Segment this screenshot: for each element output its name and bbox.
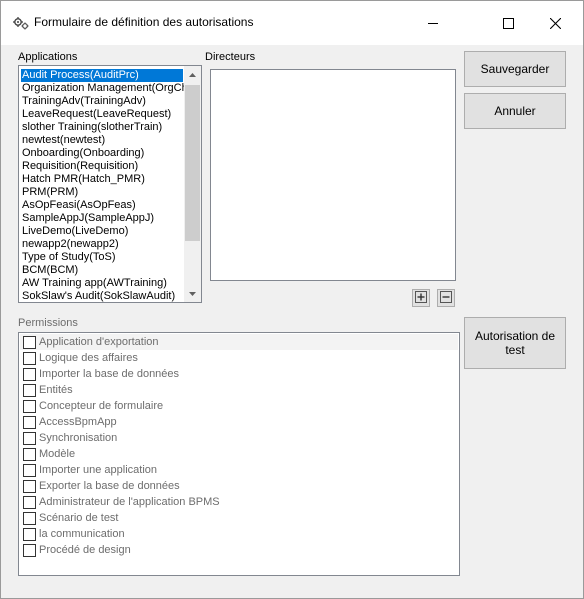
permission-checkbox[interactable] [23,352,36,365]
cancel-button[interactable]: Annuler [464,93,566,129]
permission-checkbox[interactable] [23,400,36,413]
permission-item[interactable]: Entités [20,382,458,398]
permission-label: Logique des affaires [39,352,138,364]
permission-checkbox[interactable] [23,496,36,509]
permission-label: Exporter la base de données [39,480,180,492]
applications-listbox[interactable]: SokSlaw's Audit(SokSlawAudit) AW Training… [18,65,202,303]
window-title: Formulaire de définition des autorisatio… [34,15,254,29]
application-list-item[interactable]: Type of Study(ToS) [21,251,116,264]
scroll-down-arrow-icon[interactable] [184,285,201,302]
permission-label: Application d'exportation [39,336,159,348]
remove-director-button[interactable] [437,289,455,307]
permission-label: AccessBpmApp [39,416,117,428]
permission-label: Administrateur de l'application BPMS [39,496,220,508]
plus-box-icon [415,290,427,306]
minimize-icon [428,18,438,28]
permission-item[interactable]: Exporter la base de données [20,478,458,494]
permission-label: Entités [39,384,73,396]
add-director-button[interactable] [412,289,430,307]
directors-listbox[interactable] [210,69,456,281]
close-button[interactable] [532,8,578,38]
permissions-dialog: Formulaire de définition des autorisatio… [0,0,584,599]
application-list-item[interactable]: SampleAppJ(SampleAppJ) [21,212,154,225]
applications-scrollbar[interactable] [184,66,201,302]
minus-box-icon [440,290,452,306]
permission-item[interactable]: la communication [20,526,458,542]
applications-label: Applications [18,51,78,63]
permission-label: Procédé de design [39,544,131,556]
permission-checkbox[interactable] [23,544,36,557]
permission-label: la communication [39,528,125,540]
application-list-item[interactable]: Audit Process(AuditPrc) [21,69,183,82]
permission-item[interactable]: Synchronisation [20,430,458,446]
application-list-item[interactable]: LiveDemo(LiveDemo) [21,225,128,238]
maximize-icon [502,17,514,29]
application-list-item[interactable]: newapp2(newapp2) [21,238,119,251]
permission-item[interactable]: AccessBpmApp [20,414,458,430]
permission-checkbox[interactable] [23,416,36,429]
permission-item[interactable]: Importer la base de données [20,366,458,382]
save-button[interactable]: Sauvegarder [464,51,566,87]
title-bar[interactable]: Formulaire de définition des autorisatio… [1,1,583,45]
application-list-item[interactable]: newtest(newtest) [21,134,105,147]
application-list-item[interactable]: PRM(PRM) [21,186,78,199]
minimize-button[interactable] [410,8,456,38]
permission-label: Concepteur de formulaire [39,400,164,412]
test-permission-button[interactable]: Autorisation de test [464,317,566,369]
application-list-item[interactable]: SokSlaw's Audit(SokSlawAudit) [21,290,175,302]
application-list-item[interactable]: Organization Management(OrgCh [21,82,188,95]
permissions-checklist[interactable]: Application d'exportation Logique des aff… [18,332,460,576]
scrollbar-thumb[interactable] [185,85,200,241]
test-permission-button-line2: test [505,343,525,357]
permission-label: Synchronisation [39,432,118,444]
permission-label: Importer la base de données [39,368,180,380]
permission-item[interactable]: Importer une application [20,462,458,478]
application-list-item[interactable]: Onboarding(Onboarding) [21,147,144,160]
permission-label: Importer une application [39,464,158,476]
permission-item[interactable]: Concepteur de formulaire [20,398,458,414]
close-icon [549,17,561,29]
scroll-up-arrow-icon[interactable] [184,66,201,83]
test-permission-button-line1: Autorisation de [474,329,556,343]
permission-checkbox[interactable] [23,432,36,445]
permission-label: Modèle [39,448,76,460]
application-list-item[interactable]: BCM(BCM) [21,264,78,277]
permission-item[interactable]: Modèle [20,446,458,462]
permission-item[interactable]: Application d'exportation [20,334,458,350]
application-list-item[interactable]: Requisition(Requisition) [21,160,138,173]
permission-item[interactable]: Procédé de design [20,542,458,558]
permission-checkbox[interactable] [23,448,36,461]
permission-checkbox[interactable] [23,384,36,397]
gears-icon [13,16,29,30]
permission-checkbox[interactable] [23,368,36,381]
permission-checkbox[interactable] [23,480,36,493]
permission-checkbox[interactable] [23,464,36,477]
application-list-item[interactable]: AsOpFeasi(AsOpFeas) [21,199,136,212]
permission-item[interactable]: Administrateur de l'application BPMS [20,494,458,510]
permission-item[interactable]: Logique des affaires [20,350,458,366]
permission-checkbox[interactable] [23,528,36,541]
permission-item[interactable]: Scénario de test [20,510,458,526]
permissions-label: Permissions [18,317,78,329]
permission-label: Scénario de test [39,512,119,524]
directors-label: Directeurs [205,51,256,63]
application-list-item[interactable]: TrainingAdv(TrainingAdv) [21,95,146,108]
application-list-item[interactable]: slother Training(slotherTrain) [21,121,162,134]
application-list-item[interactable]: LeaveRequest(LeaveRequest) [21,108,171,121]
maximize-button[interactable] [485,8,531,38]
permission-checkbox[interactable] [23,512,36,525]
application-list-item[interactable]: Hatch PMR(Hatch_PMR) [21,173,145,186]
permission-checkbox[interactable] [23,336,36,349]
application-list-item[interactable]: AW Training app(AWTraining) [21,277,167,290]
